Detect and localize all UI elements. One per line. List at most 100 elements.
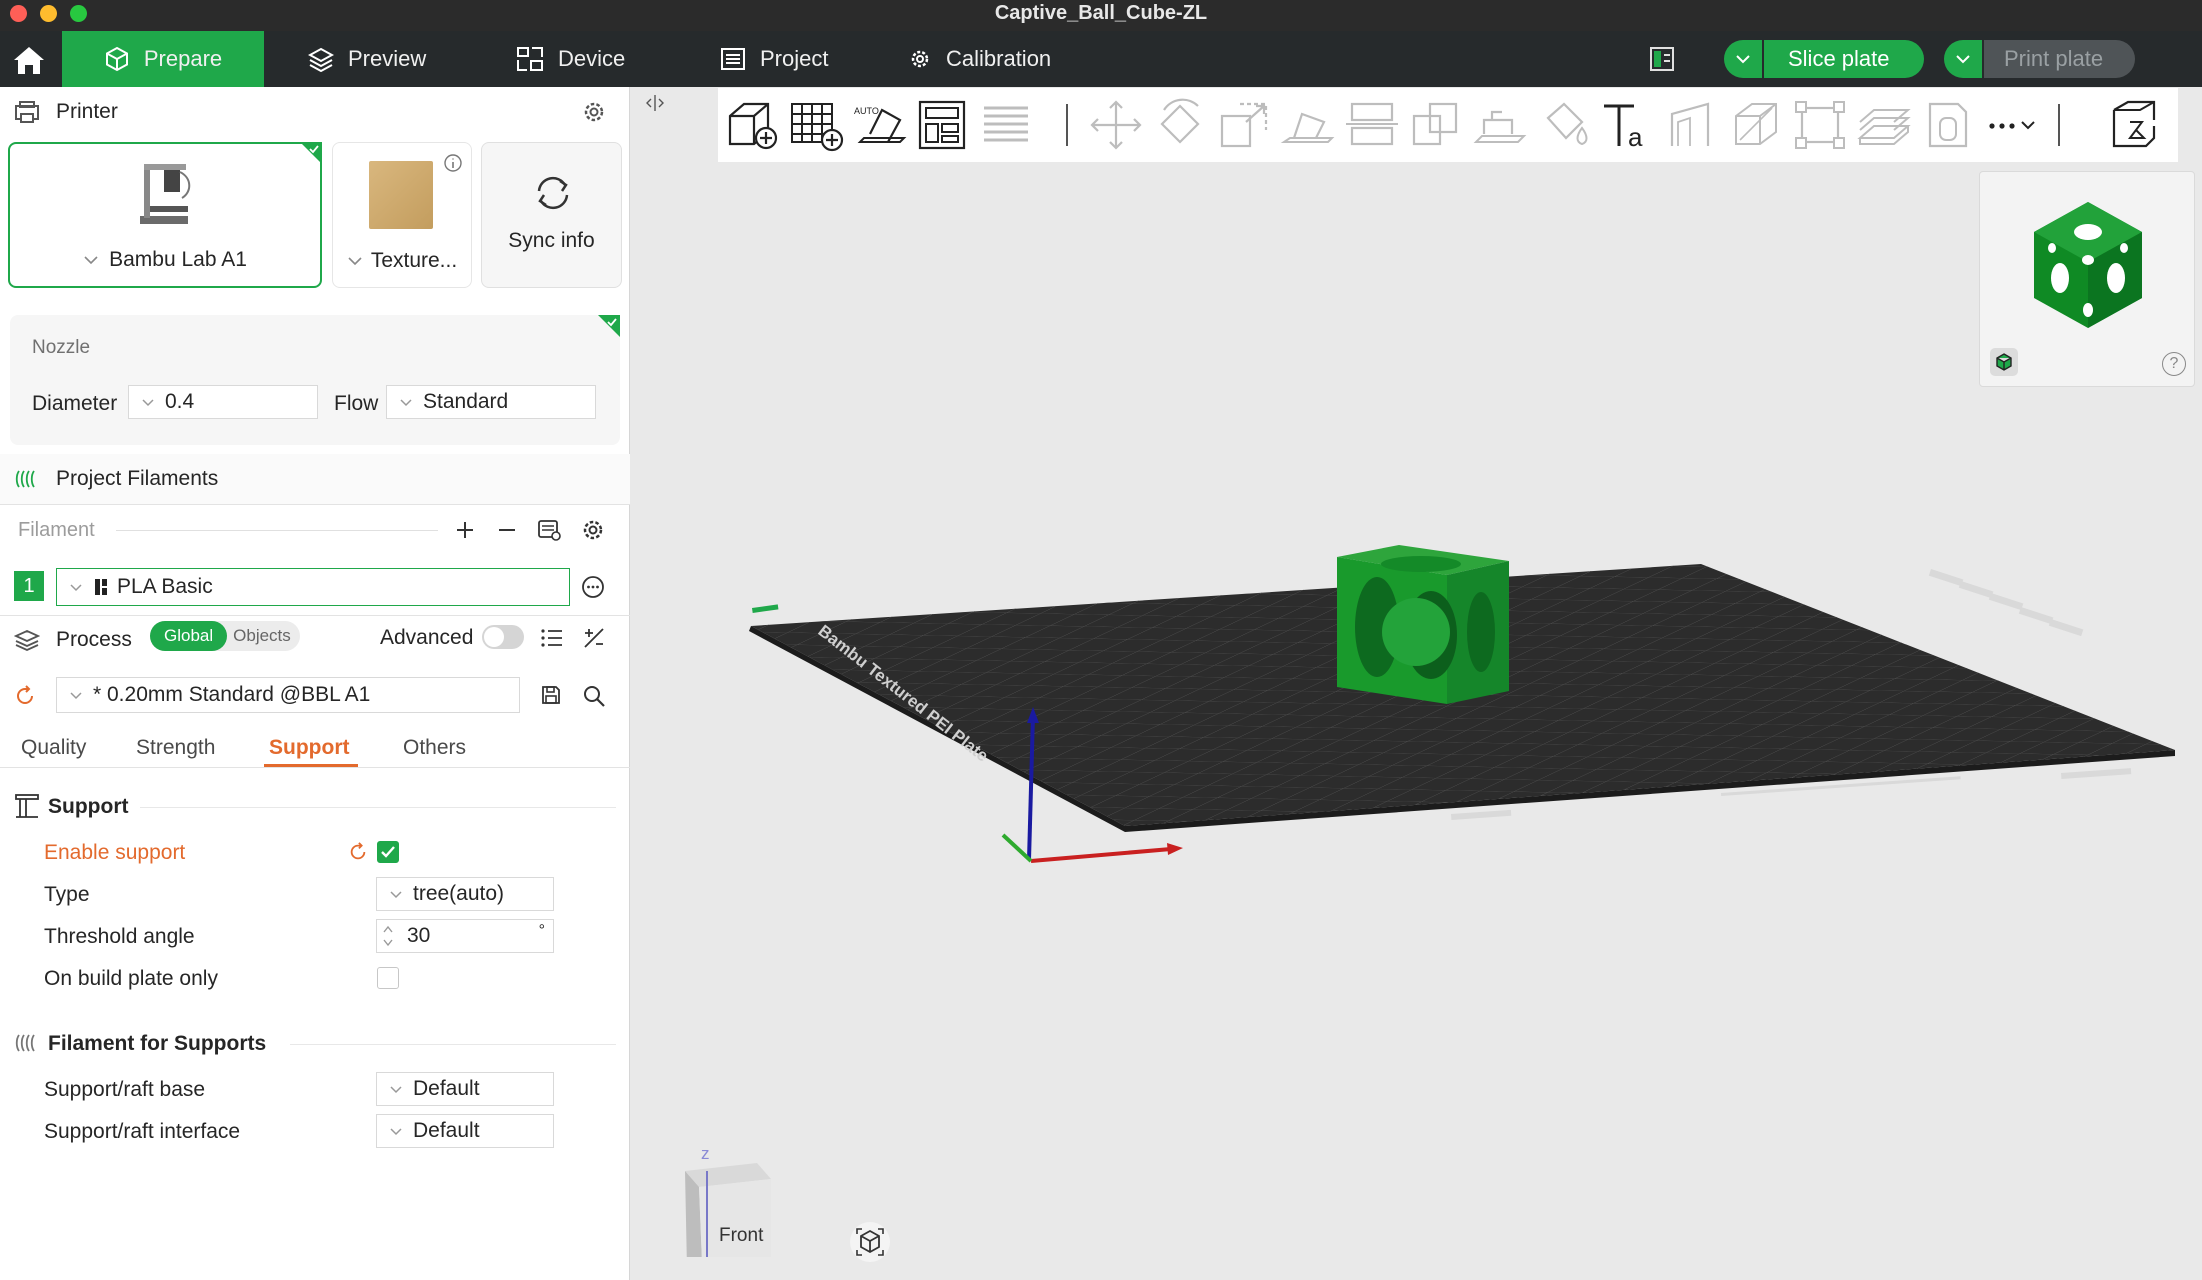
scope-global-option[interactable]: Global <box>150 621 228 651</box>
tab-device[interactable]: Device <box>516 31 625 87</box>
flow-label: Flow <box>334 392 379 415</box>
plate-thumbnail[interactable]: ? <box>1979 171 2195 387</box>
slice-plate-button[interactable]: Slice plate <box>1764 40 1924 78</box>
list-icon <box>721 48 745 70</box>
view-navigation-cube[interactable]: Front z x y <box>659 1117 799 1257</box>
arrange-icon[interactable] <box>914 98 970 152</box>
sync-info-button[interactable]: Sync info <box>481 142 622 288</box>
build-plate-scene: Bambu Textured PEI Plate <box>749 545 2175 863</box>
assembly-icon[interactable] <box>1792 98 1848 152</box>
tab-prepare[interactable]: Prepare <box>62 31 264 87</box>
filament-sync-ams-icon[interactable] <box>536 517 562 543</box>
printer-header-label: Printer <box>56 100 118 123</box>
filament-slot-badge[interactable]: 1 <box>14 571 44 601</box>
home-icon[interactable] <box>10 43 48 77</box>
raft-interface-select[interactable]: Default <box>376 1114 554 1148</box>
lay-on-face-icon[interactable] <box>1280 98 1336 152</box>
process-layers-icon <box>14 630 40 651</box>
variable-layer-height-icon[interactable] <box>1856 98 1912 152</box>
add-filament-icon[interactable] <box>454 519 476 541</box>
tab-project-label: Project <box>760 46 829 71</box>
reset-value-icon[interactable] <box>348 842 368 862</box>
flow-value: Standard <box>423 390 509 413</box>
object-view-icon[interactable] <box>1990 348 2018 376</box>
axis-z-label: z <box>701 1144 710 1163</box>
measure-icon[interactable] <box>1728 98 1784 152</box>
filament-settings-gear-icon[interactable] <box>581 518 605 542</box>
plate-type-selector[interactable]: Texture... <box>333 249 471 273</box>
diameter-select[interactable]: 0.4 <box>128 385 318 419</box>
3d-viewport[interactable]: Bambu Textured PEI Plate Front z x y <box>631 87 2202 1280</box>
color-paint-icon[interactable] <box>1536 98 1592 152</box>
chevron-down-icon <box>1956 55 1970 64</box>
reset-preset-icon[interactable] <box>14 685 36 707</box>
selected-corner-icon <box>598 315 620 337</box>
printer-model-selector[interactable]: Bambu Lab A1 <box>10 248 320 272</box>
info-icon[interactable] <box>443 153 463 173</box>
split-to-parts-icon[interactable] <box>2106 98 2162 152</box>
threshold-angle-input[interactable]: 30 ° <box>376 919 554 953</box>
filament-vendor-icon <box>95 579 107 595</box>
plate-type-card[interactable]: Texture... <box>332 142 472 288</box>
stepper-arrows-icon[interactable] <box>381 922 395 950</box>
tab-preview[interactable]: Preview <box>308 31 426 87</box>
slice-dropdown-button[interactable] <box>1724 40 1762 78</box>
subtab-support[interactable]: Support <box>269 736 349 760</box>
auto-orient-icon[interactable]: AUTO <box>852 98 908 152</box>
enable-support-checkbox[interactable] <box>377 841 399 863</box>
printer-section-header: Printer <box>0 87 630 137</box>
raft-base-value: Default <box>413 1077 480 1100</box>
text-tool-icon[interactable]: a <box>1600 98 1656 152</box>
printer-model-card[interactable]: Bambu Lab A1 <box>8 142 322 288</box>
print-button-group: Print plate <box>1944 40 2136 78</box>
subtab-quality[interactable]: Quality <box>21 736 86 760</box>
rotate-icon[interactable] <box>1152 98 1208 152</box>
add-plate-icon[interactable] <box>788 98 844 152</box>
emboss-icon[interactable] <box>1920 98 1976 152</box>
print-dropdown-button[interactable] <box>1944 40 1982 78</box>
printer-settings-gear-icon[interactable] <box>582 100 606 124</box>
add-object-icon[interactable] <box>724 98 780 152</box>
tab-calibration[interactable]: Calibration <box>908 31 1051 87</box>
subtab-strength[interactable]: Strength <box>136 736 215 760</box>
search-icon[interactable] <box>582 684 606 708</box>
build-plate-only-checkbox[interactable] <box>377 967 399 989</box>
chevron-down-icon <box>142 398 154 406</box>
diameter-label: Diameter <box>32 392 118 415</box>
save-preset-icon[interactable] <box>540 684 562 706</box>
layout-toggle-icon[interactable] <box>1648 45 1676 73</box>
split-layers-icon[interactable] <box>978 98 1034 152</box>
cut-icon[interactable] <box>1344 98 1400 152</box>
support-type-select[interactable]: tree(auto) <box>376 877 554 911</box>
flow-select[interactable]: Standard <box>386 385 596 419</box>
help-icon[interactable]: ? <box>2162 352 2186 376</box>
raft-base-select[interactable]: Default <box>376 1072 554 1106</box>
move-icon[interactable] <box>1088 98 1144 152</box>
process-preset-value: * 0.20mm Standard @BBL A1 <box>93 683 371 706</box>
window-title: Captive_Ball_Cube-ZL <box>994 2 1208 24</box>
chevron-down-icon <box>70 583 82 591</box>
filament-select[interactable]: PLA Basic <box>56 568 570 606</box>
scope-objects-option[interactable]: Objects <box>227 626 291 646</box>
process-list-icon[interactable] <box>540 627 564 649</box>
chevron-down-icon <box>390 890 402 898</box>
process-scope-toggle[interactable]: Global Objects <box>150 621 300 651</box>
remove-filament-icon[interactable] <box>496 519 518 541</box>
print-plate-button[interactable]: Print plate <box>1984 40 2136 78</box>
check-icon <box>381 846 395 858</box>
process-compare-icon[interactable] <box>582 626 606 650</box>
process-preset-select[interactable]: * 0.20mm Standard @BBL A1 <box>56 677 520 713</box>
scale-icon[interactable] <box>1216 98 1272 152</box>
filament-more-icon[interactable] <box>581 575 605 599</box>
slice-button-group: Slice plate <box>1724 40 1924 78</box>
subtab-others[interactable]: Others <box>403 736 466 760</box>
boolean-icon[interactable] <box>1408 98 1464 152</box>
tab-project[interactable]: Project <box>720 31 828 87</box>
more-tools-icon[interactable] <box>1984 98 2040 152</box>
layers-icon <box>308 47 334 72</box>
seam-paint-icon[interactable] <box>1664 98 1720 152</box>
support-paint-icon[interactable] <box>1472 98 1528 152</box>
advanced-switch[interactable] <box>482 625 524 649</box>
fit-view-icon[interactable] <box>849 1221 891 1263</box>
chevron-down-icon <box>84 256 98 265</box>
